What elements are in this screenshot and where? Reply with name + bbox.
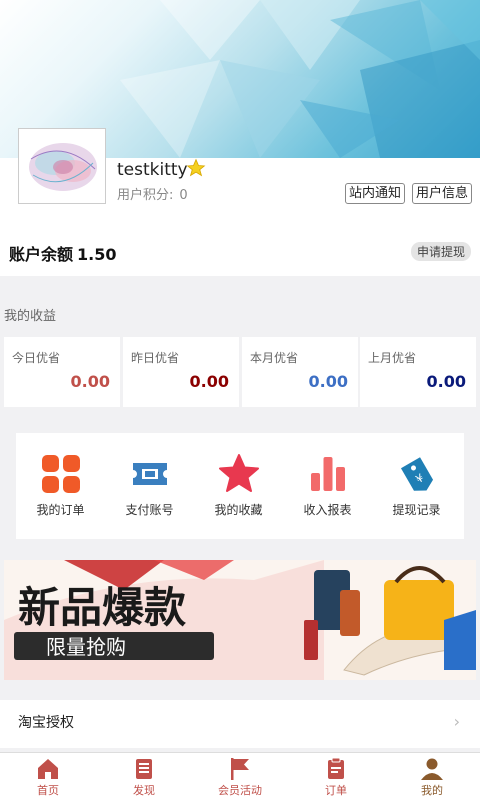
taobao-auth-row[interactable]: 淘宝授权 › <box>0 700 480 748</box>
balance-bar: 账户余额 1.50 申请提现 <box>0 228 480 276</box>
grid-item-income-report[interactable]: 收入报表 <box>283 433 372 539</box>
balance-value: 1.50 <box>77 245 117 264</box>
ticket-icon <box>133 463 167 485</box>
balance-text: 账户余额 1.50 <box>9 241 117 265</box>
tab-mine[interactable]: 我的 <box>384 753 480 800</box>
notice-button[interactable]: 站内通知 <box>345 183 406 204</box>
function-grid: 我的订单 支付账号 我的收藏 收入报表 ¥ 提现记录 <box>16 433 464 539</box>
income-card-label: 本月优省 <box>250 351 299 365</box>
profile-header: testkitty 用户积分: 0 站内通知 用户信息 <box>0 0 480 228</box>
grid-item-label: 支付账号 <box>125 503 174 517</box>
grid-item-label: 收入报表 <box>303 503 352 517</box>
points-label: 用户积分: <box>117 188 174 203</box>
balance-label: 账户余额 <box>9 245 74 264</box>
flag-icon <box>231 758 249 780</box>
discover-icon <box>136 759 152 779</box>
income-card-today: 今日优省 0.00 <box>4 337 120 407</box>
tab-label: 我的 <box>421 784 443 797</box>
tab-label: 首页 <box>37 784 59 797</box>
grid-item-orders[interactable]: 我的订单 <box>16 433 105 539</box>
tab-home[interactable]: 首页 <box>0 753 96 800</box>
banner-subline: 限量抢购 <box>46 635 126 659</box>
grid-item-withdraw-records[interactable]: ¥ 提现记录 <box>372 433 461 539</box>
points-value: 0 <box>179 188 188 203</box>
star-icon <box>186 158 206 177</box>
banner-headline: 新品爆款 <box>18 583 186 632</box>
avatar[interactable] <box>18 128 106 204</box>
income-card-value: 0.00 <box>426 372 466 391</box>
order-icon <box>328 757 344 779</box>
chevron-right-icon: › <box>453 712 460 731</box>
bar-chart-icon <box>311 457 345 491</box>
income-card-label: 今日优省 <box>12 351 61 365</box>
tab-label: 发现 <box>133 784 155 797</box>
tab-member-activities[interactable]: 会员活动 <box>192 753 288 800</box>
username: testkitty <box>117 160 188 180</box>
grid-item-favorites[interactable]: 我的收藏 <box>194 433 283 539</box>
income-card-label: 上月优省 <box>368 351 417 365</box>
grid-item-label: 我的订单 <box>36 503 85 517</box>
income-card-value: 0.00 <box>308 372 348 391</box>
promo-banner[interactable]: 新品爆款 限量抢购 <box>4 560 476 680</box>
grid-item-label: 提现记录 <box>392 503 441 517</box>
grid-item-payment-account[interactable]: 支付账号 <box>105 433 194 539</box>
grid-item-label: 我的收藏 <box>214 503 263 517</box>
tab-discover[interactable]: 发现 <box>96 753 192 800</box>
user-info-button[interactable]: 用户信息 <box>412 183 473 204</box>
income-card-label: 昨日优省 <box>131 351 180 365</box>
tab-label: 会员活动 <box>218 784 262 797</box>
income-card-value: 0.00 <box>70 372 110 391</box>
star-icon <box>219 454 259 492</box>
tab-label: 订单 <box>325 784 347 797</box>
bottom-tab-bar: 首页 发现 会员活动 订单 我的 <box>0 752 480 800</box>
withdraw-button[interactable]: 申请提现 <box>411 242 472 261</box>
taobao-auth-label: 淘宝授权 <box>18 715 74 731</box>
income-card-value: 0.00 <box>189 372 229 391</box>
income-card-this-month: 本月优省 0.00 <box>242 337 358 407</box>
orders-icon <box>42 455 80 493</box>
income-card-last-month: 上月优省 0.00 <box>360 337 476 407</box>
user-icon <box>421 758 443 780</box>
income-title: 我的收益 <box>4 309 57 324</box>
income-card-yesterday: 昨日优省 0.00 <box>123 337 239 407</box>
tab-orders[interactable]: 订单 <box>288 753 384 800</box>
points-text: 用户积分: 0 <box>117 184 188 203</box>
price-tag-icon: ¥ <box>400 457 434 491</box>
home-icon <box>38 759 58 779</box>
